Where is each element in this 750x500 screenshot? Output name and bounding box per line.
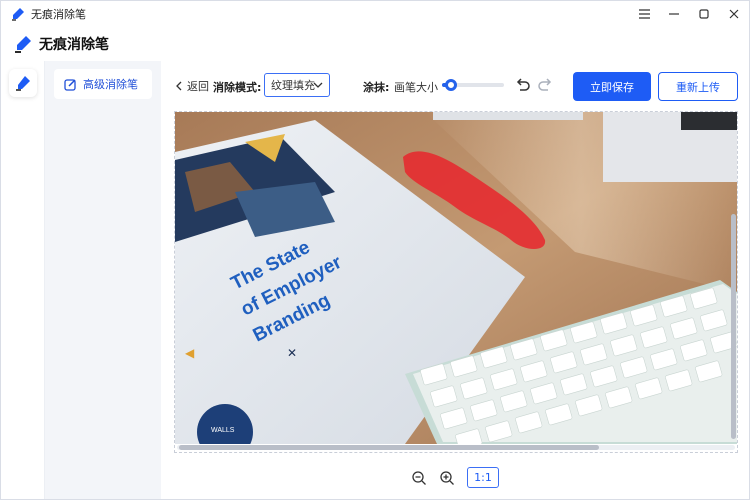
svg-text:◀: ◀	[185, 346, 195, 360]
app-header: 无痕消除笔	[1, 27, 749, 61]
back-button[interactable]: 返回	[175, 78, 209, 94]
redo-icon[interactable]	[536, 76, 554, 94]
doc-badge: WALLS	[211, 427, 235, 434]
editor-main: 返回 消除模式: 纹理填充 涂抹: 画笔大小 立即保存 重新上传 The Sta…	[161, 61, 749, 499]
maximize-icon	[699, 9, 709, 19]
app-title: 无痕消除笔	[39, 37, 109, 53]
image-canvas[interactable]: The State of Employer Branding ◀ ✕ WALLS	[174, 111, 738, 453]
vertical-scroll-thumb[interactable]	[731, 214, 736, 439]
eraser-tool-button[interactable]	[9, 69, 37, 97]
minimize-icon	[669, 13, 679, 15]
horizontal-scroll-thumb[interactable]	[179, 445, 599, 450]
erase-mode-select[interactable]: 纹理填充	[264, 73, 330, 97]
brush-size-slider[interactable]	[442, 79, 504, 91]
menu-icon	[638, 9, 650, 19]
zoom-ratio-button[interactable]: 1:1	[467, 467, 499, 488]
app-logo-icon	[15, 36, 31, 53]
title-bar: 无痕消除笔	[1, 1, 749, 27]
brush-size-label: 画笔大小	[394, 81, 438, 94]
brush-size-thumb[interactable]	[445, 79, 458, 91]
erase-mode-label: 消除模式:	[213, 81, 262, 94]
vertical-scrollbar[interactable]	[731, 114, 736, 440]
nav-item-label: 高级消除笔	[83, 78, 138, 91]
minimize-button[interactable]	[659, 1, 689, 27]
zoom-out-icon[interactable]	[411, 470, 427, 486]
edited-photo[interactable]: The State of Employer Branding ◀ ✕ WALLS	[175, 112, 737, 444]
erase-mode-value: 纹理填充	[271, 79, 315, 92]
chevron-down-icon	[313, 82, 323, 88]
nav-item-advanced-eraser[interactable]: 高级消除笔	[54, 69, 152, 99]
menu-button[interactable]	[629, 1, 659, 27]
smear-label: 涂抹:	[363, 81, 390, 94]
undo-icon[interactable]	[514, 76, 532, 94]
tool-rail	[1, 61, 45, 499]
app-window: 无痕消除笔 无痕消除笔 高级消除笔 返回 消除模式: 纹理填充 涂抹: 画笔大小…	[0, 0, 750, 500]
maximize-button[interactable]	[689, 1, 719, 27]
side-nav: 高级消除笔	[46, 61, 160, 499]
back-label: 返回	[187, 80, 209, 93]
eraser-pen-icon	[16, 76, 30, 91]
close-icon	[729, 9, 739, 19]
reupload-button[interactable]: 重新上传	[658, 72, 738, 101]
chevron-left-icon	[176, 81, 182, 91]
window-controls	[629, 1, 749, 27]
edit-square-icon	[64, 78, 76, 91]
close-button[interactable]	[719, 1, 749, 27]
save-button[interactable]: 立即保存	[573, 72, 651, 101]
svg-text:✕: ✕	[287, 346, 297, 360]
app-logo-icon	[12, 8, 24, 21]
editor-toolbar: 返回 消除模式: 纹理填充 涂抹: 画笔大小 立即保存 重新上传	[161, 61, 749, 111]
zoom-bar: 1:1	[161, 463, 749, 493]
horizontal-scrollbar[interactable]	[177, 445, 735, 450]
zoom-in-icon[interactable]	[439, 470, 455, 486]
window-title: 无痕消除笔	[31, 8, 86, 21]
